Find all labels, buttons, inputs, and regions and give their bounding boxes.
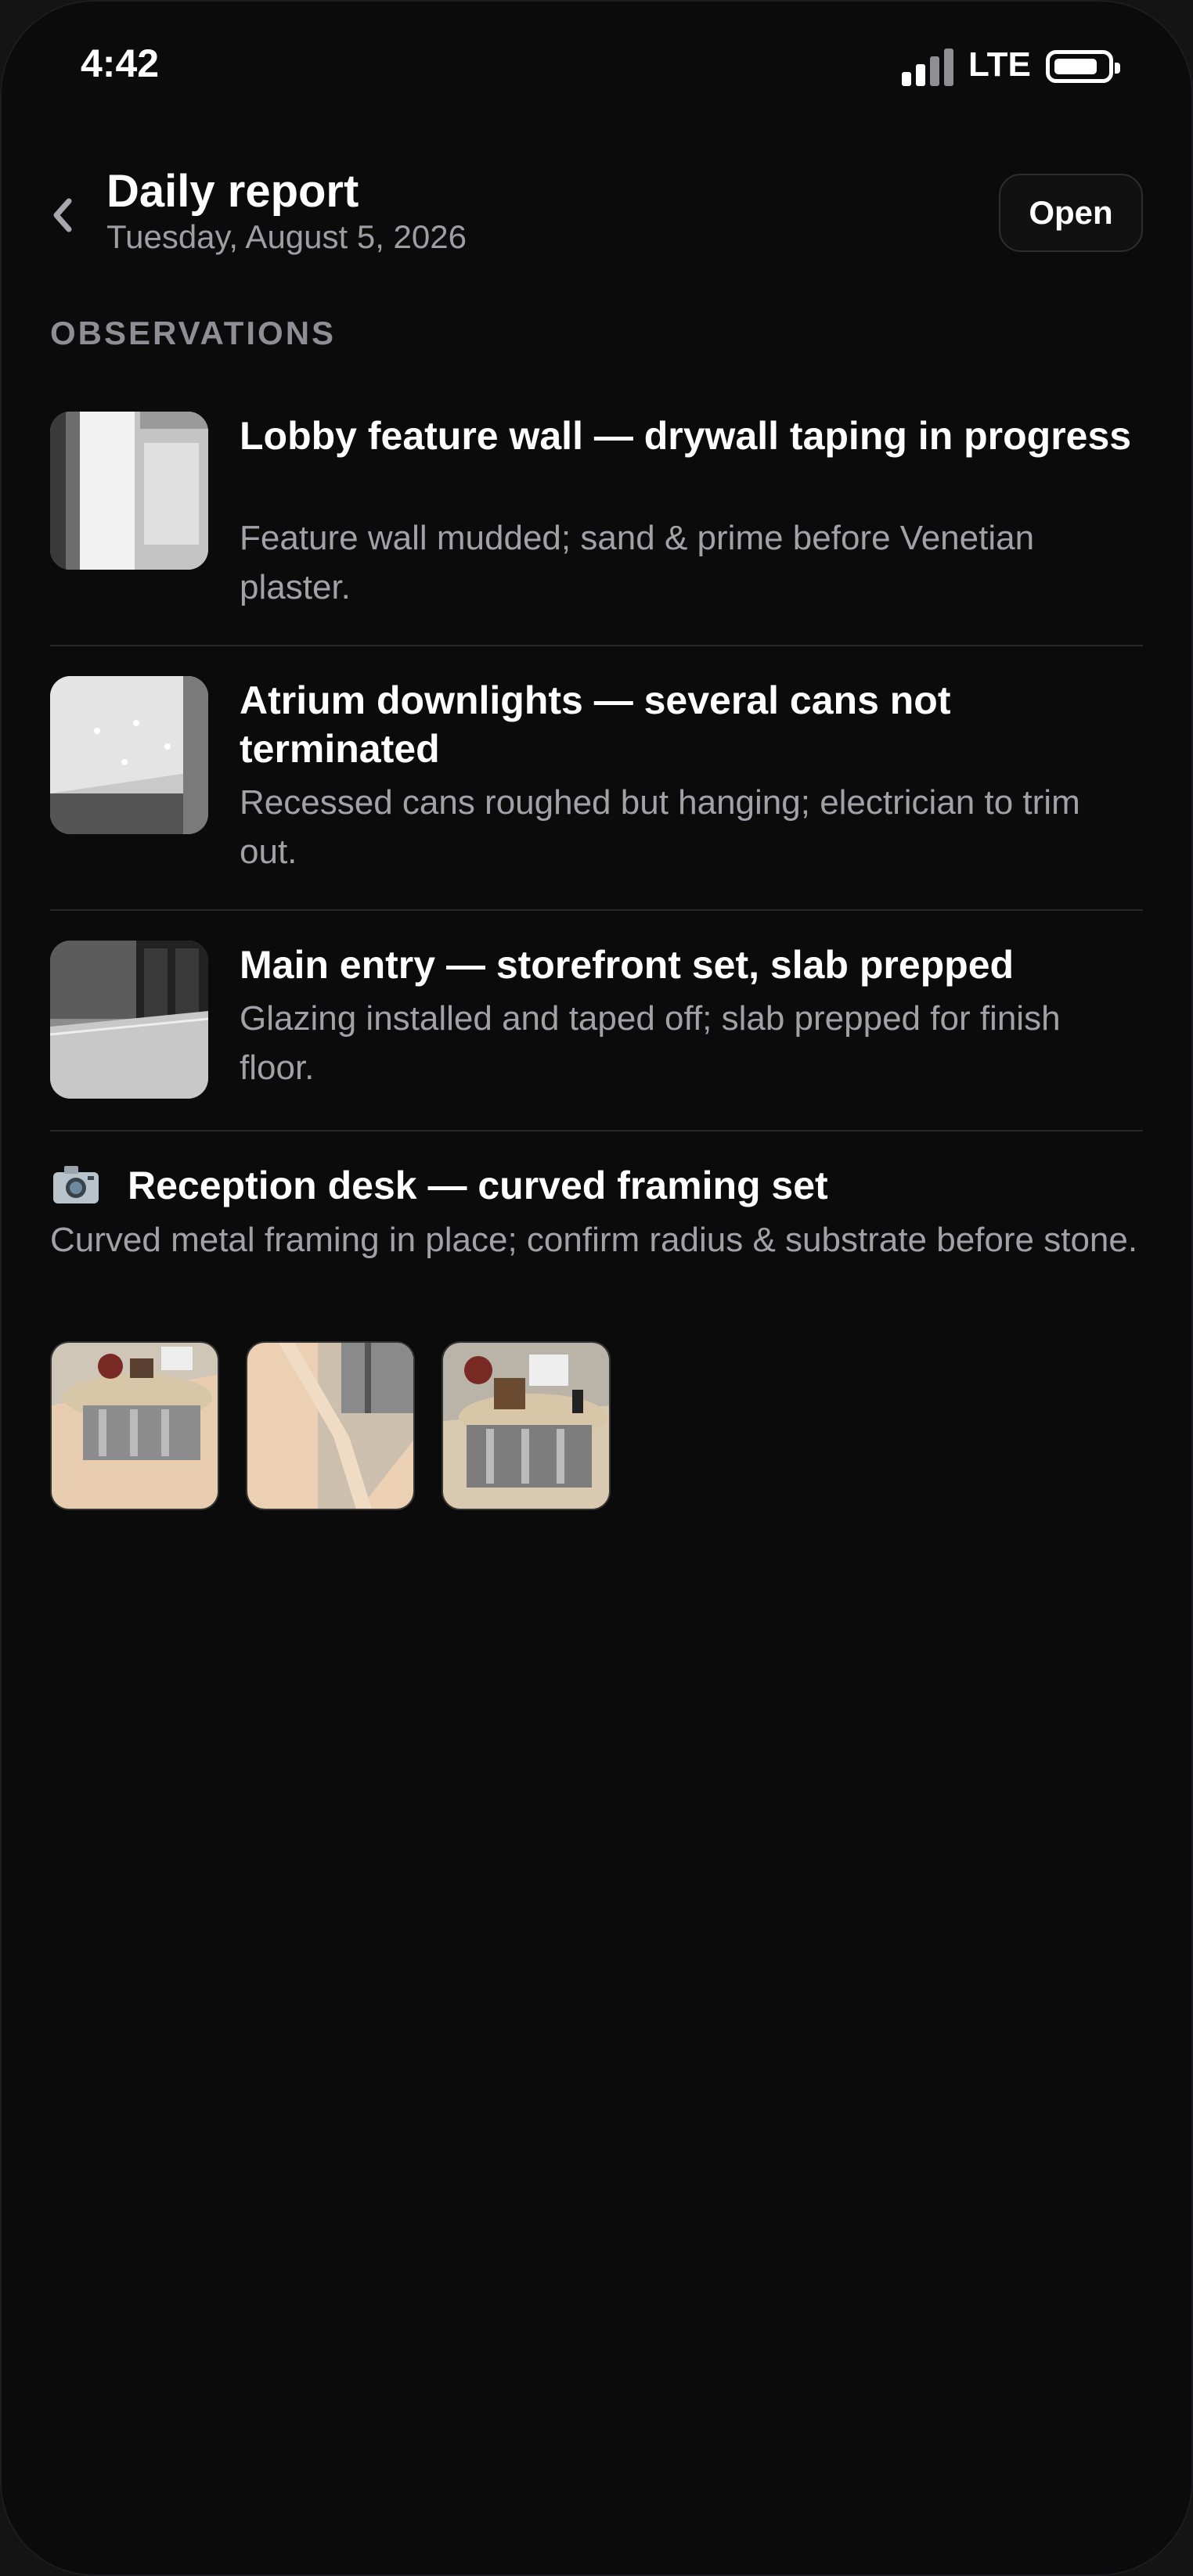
- observation-title: Lobby feature wall — drywall taping in p…: [240, 414, 1132, 458]
- photo-thumbnail[interactable]: [50, 1341, 219, 1510]
- observation-title: Atrium downlights — several cans not ter…: [240, 678, 951, 771]
- report-date: Tuesday, August 5, 2026: [106, 218, 467, 255]
- observation-thumbnail: [50, 941, 208, 1099]
- divider: [50, 645, 1143, 646]
- status-bar: 4:42 LTE: [0, 0, 1193, 133]
- section-heading: OBSERVATIONS: [50, 315, 337, 351]
- signal-icon: [902, 49, 953, 86]
- open-button[interactable]: Open: [999, 174, 1143, 252]
- page-title: Daily report: [106, 166, 359, 217]
- network-label: LTE: [968, 45, 1031, 84]
- observation-description: Curved metal framing in place; confirm r…: [50, 1221, 1138, 1259]
- observation-description: Glazing installed and taped off; slab pr…: [240, 999, 1061, 1087]
- observation-title: Main entry — storefront set, slab preppe…: [240, 943, 1015, 987]
- status-time: 4:42: [81, 41, 160, 85]
- camera-icon: [53, 1166, 99, 1203]
- phone-screen: 4:42 LTE Daily report Tuesday, August 5,…: [0, 0, 1193, 2576]
- observation-description: Recessed cans roughed but hanging; elect…: [240, 783, 1080, 871]
- observation-description: Feature wall mudded; sand & prime before…: [240, 519, 1035, 606]
- observation-thumbnail: [50, 676, 208, 834]
- observation-title: Reception desk — curved framing set: [128, 1164, 828, 1207]
- observation-thumbnail: [50, 412, 208, 570]
- battery-icon: [1046, 50, 1120, 83]
- back-chevron-icon[interactable]: [47, 184, 78, 246]
- divider: [50, 1130, 1143, 1131]
- photo-thumbnail[interactable]: [442, 1341, 611, 1510]
- photo-thumbnail[interactable]: [246, 1341, 415, 1510]
- divider: [50, 909, 1143, 911]
